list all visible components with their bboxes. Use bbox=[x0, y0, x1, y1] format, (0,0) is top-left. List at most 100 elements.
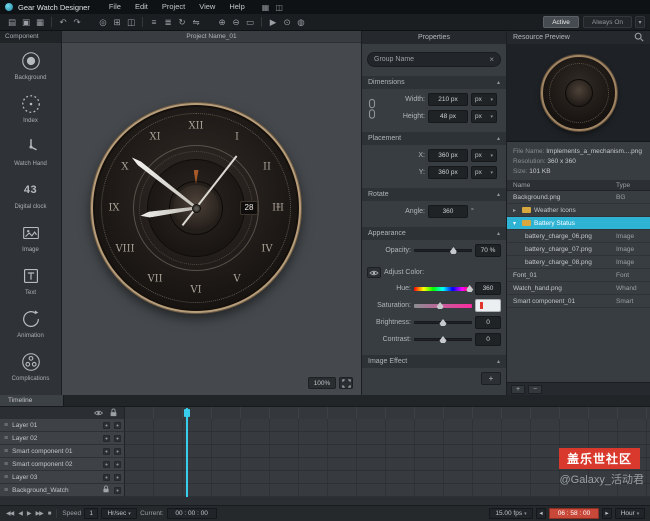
layer-option-button[interactable] bbox=[114, 435, 121, 442]
flip-icon[interactable]: ⇋ bbox=[189, 16, 203, 29]
table-row-folder-battery-selected[interactable]: ▾ Battery Status bbox=[507, 217, 650, 230]
timeline-layer-row[interactable]: ≡Layer 01 bbox=[0, 419, 650, 432]
saturation-color-swatch[interactable] bbox=[475, 299, 501, 312]
preview-time-display[interactable]: 06 : 58 : 00 bbox=[549, 508, 599, 519]
component-item-index[interactable]: Index bbox=[0, 86, 61, 129]
opacity-slider[interactable] bbox=[414, 244, 472, 257]
time-step-back-button[interactable]: ◂ bbox=[536, 508, 546, 519]
component-item-text[interactable]: Text bbox=[0, 258, 61, 301]
device-icon[interactable]: ◎ bbox=[96, 16, 110, 29]
component-item-complications[interactable]: Complications bbox=[0, 344, 61, 387]
fit-to-screen-button[interactable] bbox=[339, 377, 353, 389]
layer-drag-icon[interactable]: ≡ bbox=[4, 422, 8, 429]
layer-track[interactable] bbox=[125, 419, 650, 432]
section-image-effect[interactable]: Image Effect ▴ bbox=[362, 355, 506, 368]
zoom-in-icon[interactable]: ⊕ bbox=[215, 16, 229, 29]
active-mode-button[interactable]: Active bbox=[543, 16, 579, 28]
redo-icon[interactable]: ↷ bbox=[70, 16, 84, 29]
component-item-image[interactable]: Image bbox=[0, 215, 61, 258]
watch-face-preview[interactable]: XII I II III IV V VI VII VIII IX X XI 28… bbox=[91, 103, 301, 313]
panel-icon[interactable]: ◫ bbox=[275, 3, 283, 12]
layer-drag-icon[interactable]: ≡ bbox=[4, 461, 8, 468]
height-unit-select[interactable]: px ▾ bbox=[471, 110, 497, 123]
section-dimensions[interactable]: Dimensions ▴ bbox=[362, 76, 506, 89]
menu-view[interactable]: View bbox=[192, 0, 222, 14]
table-row[interactable]: Font_01 Font bbox=[507, 269, 650, 282]
remove-resource-button[interactable]: − bbox=[528, 385, 542, 394]
component-item-animation[interactable]: Animation bbox=[0, 301, 61, 344]
fps-select[interactable]: 15.00 fps ▾ bbox=[489, 508, 533, 519]
y-input[interactable]: 360 px bbox=[428, 166, 468, 179]
search-icon[interactable] bbox=[634, 32, 644, 44]
rotate-icon[interactable]: ↻ bbox=[175, 16, 189, 29]
height-input[interactable]: 48 px bbox=[428, 110, 468, 123]
timeline-layer-row-locked[interactable]: ≡Background_Watch bbox=[0, 484, 650, 497]
timeline-layer-row[interactable]: ≡Smart component 02 bbox=[0, 458, 650, 471]
skip-start-icon[interactable]: ◀◀ bbox=[5, 510, 14, 517]
table-row[interactable]: battery_charge_08.png Image bbox=[507, 256, 650, 269]
layer-option-button[interactable] bbox=[103, 474, 110, 481]
build-icon[interactable]: ⊙ bbox=[280, 16, 294, 29]
speed-unit-select[interactable]: Hr/sec ▾ bbox=[101, 508, 137, 519]
save-icon[interactable]: ▦ bbox=[33, 16, 47, 29]
menu-help[interactable]: Help bbox=[222, 0, 251, 14]
component-item-watch-hand[interactable]: Watch Hand bbox=[0, 129, 61, 172]
layer-option-button[interactable] bbox=[103, 448, 110, 455]
stop-icon[interactable]: ■ bbox=[47, 511, 52, 517]
timeline-layer-row[interactable]: ≡Layer 03 bbox=[0, 471, 650, 484]
section-rotate[interactable]: Rotate ▴ bbox=[362, 188, 506, 201]
layer-drag-icon[interactable]: ≡ bbox=[4, 474, 8, 481]
mode-dropdown-button[interactable]: ▾ bbox=[635, 16, 645, 28]
ruler-icon[interactable]: ▭ bbox=[243, 16, 257, 29]
time-step-forward-button[interactable]: ▸ bbox=[602, 508, 612, 519]
layer-option-button[interactable] bbox=[114, 461, 121, 468]
contrast-slider[interactable] bbox=[414, 333, 472, 346]
layout-icon[interactable]: ◫ bbox=[124, 16, 138, 29]
step-back-icon[interactable]: ◀ bbox=[17, 510, 23, 517]
align-center-icon[interactable]: ≣ bbox=[161, 16, 175, 29]
y-unit-select[interactable]: px ▾ bbox=[471, 166, 497, 179]
layer-drag-icon[interactable]: ≡ bbox=[4, 487, 8, 494]
table-row[interactable]: battery_charge_06.png Image bbox=[507, 230, 650, 243]
export-icon[interactable]: ◍ bbox=[294, 16, 308, 29]
zoom-out-icon[interactable]: ⊖ bbox=[229, 16, 243, 29]
undo-icon[interactable]: ↶ bbox=[56, 16, 70, 29]
lock-icon[interactable] bbox=[102, 485, 110, 495]
window-icon[interactable]: ▦ bbox=[262, 3, 270, 12]
x-input[interactable]: 360 px bbox=[428, 149, 468, 162]
timeline-ruler[interactable] bbox=[125, 407, 650, 419]
component-item-background[interactable]: Background bbox=[0, 43, 61, 86]
opacity-value[interactable]: 70 % bbox=[475, 244, 501, 257]
angle-input[interactable]: 360 bbox=[428, 205, 468, 218]
table-row-folder-weather[interactable]: ▸ Weather Icons bbox=[507, 204, 650, 217]
grid-icon[interactable]: ⊞ bbox=[110, 16, 124, 29]
hue-slider[interactable] bbox=[414, 282, 472, 295]
layer-option-button[interactable] bbox=[103, 461, 110, 468]
layer-option-button[interactable] bbox=[103, 435, 110, 442]
always-on-mode-button[interactable]: Always On bbox=[583, 16, 632, 28]
column-type[interactable]: Type bbox=[616, 182, 650, 189]
saturation-slider[interactable] bbox=[414, 299, 472, 312]
playhead-line[interactable] bbox=[186, 408, 188, 497]
open-project-icon[interactable]: ▣ bbox=[19, 16, 33, 29]
play-icon[interactable]: ▶ bbox=[26, 510, 32, 517]
width-input[interactable]: 210 px bbox=[428, 93, 468, 106]
clear-icon[interactable]: × bbox=[489, 55, 494, 64]
layer-option-button[interactable] bbox=[114, 474, 121, 481]
timeline-layer-row[interactable]: ≡Layer 02 bbox=[0, 432, 650, 445]
align-left-icon[interactable]: ≡ bbox=[147, 16, 161, 29]
table-row[interactable]: battery_charge_07.png Image bbox=[507, 243, 650, 256]
preview-icon[interactable]: ▶ bbox=[266, 16, 280, 29]
hue-value[interactable]: 360 bbox=[475, 282, 501, 295]
zoom-level[interactable]: 100% bbox=[308, 377, 336, 389]
brightness-slider[interactable] bbox=[414, 316, 472, 329]
contrast-value[interactable]: 0 bbox=[475, 333, 501, 346]
playhead-handle[interactable] bbox=[184, 409, 190, 417]
adjust-color-eye-icon[interactable] bbox=[367, 267, 381, 278]
menu-edit[interactable]: Edit bbox=[128, 0, 155, 14]
layer-drag-icon[interactable]: ≡ bbox=[4, 448, 8, 455]
chevron-right-icon[interactable]: ▸ bbox=[513, 207, 519, 214]
new-project-icon[interactable]: ▤ bbox=[5, 16, 19, 29]
table-row[interactable]: Watch_hand.png Whand bbox=[507, 282, 650, 295]
add-image-effect-button[interactable]: + bbox=[481, 372, 501, 385]
